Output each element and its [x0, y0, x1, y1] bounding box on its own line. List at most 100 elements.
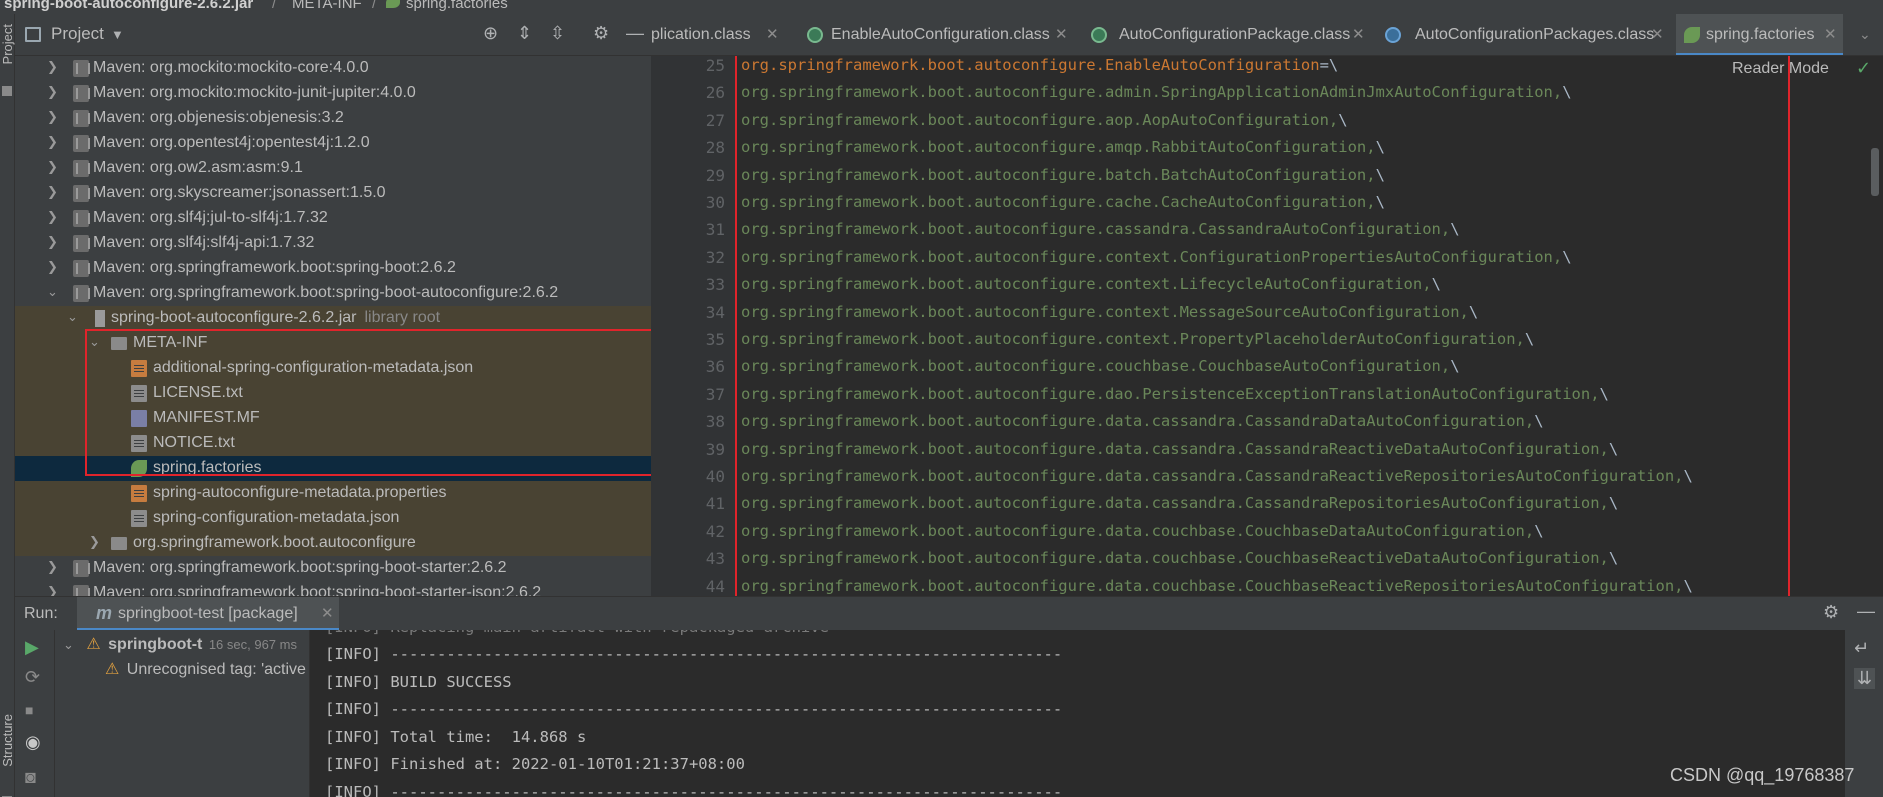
console-output[interactable]: [INFO] Replacing main artifact with repa… [310, 630, 1845, 797]
tree-item[interactable]: ⌄ META-INF [15, 331, 651, 356]
tab-auto-configuration-package[interactable]: AutoConfigurationPackage.class ✕ [1077, 14, 1374, 55]
chevron-right-icon[interactable]: ❯ [47, 134, 58, 150]
tree-item-label: Maven: org.springframework.boot:spring-b… [93, 259, 456, 276]
line-number: 42 [705, 521, 725, 541]
structure-tool-button[interactable]: Structure [0, 714, 15, 767]
tree-item[interactable]: MANIFEST.MF [15, 406, 651, 431]
line-number: 31 [705, 220, 725, 240]
close-icon[interactable]: ✕ [321, 604, 334, 622]
chevron-down-icon[interactable]: ⌄ [67, 309, 78, 325]
minimize-icon[interactable]: — [626, 23, 644, 44]
tree-item-label: Maven: org.springframework.boot:spring-b… [93, 559, 507, 576]
target-icon[interactable]: ⊕ [483, 23, 498, 44]
chevron-right-icon[interactable]: ❯ [47, 234, 58, 250]
tree-item[interactable]: ❯ Maven: org.springframework.boot:spring-… [15, 581, 651, 596]
tree-item[interactable]: LICENSE.txt [15, 381, 651, 406]
line-continuation: \ [1468, 302, 1479, 321]
tree-item[interactable]: additional-spring-configuration-metadata… [15, 356, 651, 381]
chevron-right-icon[interactable]: ❯ [47, 59, 58, 75]
tab-enable-auto-configuration[interactable]: EnableAutoConfiguration.class ✕ [793, 14, 1076, 55]
property-value: org.springframework.boot.autoconfigure.c… [741, 275, 1432, 294]
code-line: org.springframework.boot.autoconfigure.a… [741, 83, 1572, 101]
toggle-tree-icon[interactable]: ⟳ [25, 667, 40, 688]
reader-mode-toggle[interactable]: Reader Mode [1732, 60, 1829, 78]
close-icon[interactable]: ✕ [1055, 25, 1068, 43]
library-icon [73, 110, 90, 127]
close-icon[interactable]: ✕ [1824, 25, 1837, 43]
collapse-all-icon[interactable]: ⇳ [550, 23, 565, 44]
tab-auto-configuration-packages[interactable]: AutoConfigurationPackages.class ✕ [1375, 14, 1675, 55]
camera-icon[interactable]: ◙ [25, 767, 36, 788]
gear-icon[interactable]: ⚙ [1823, 602, 1839, 623]
code-line: org.springframework.boot.autoconfigure.a… [741, 138, 1385, 156]
chevron-down-icon[interactable]: ▼ [111, 27, 124, 42]
chevron-right-icon[interactable]: ❯ [47, 209, 58, 225]
tree-item[interactable]: ❯ Maven: org.ow2.asm:asm:9.1 [15, 156, 651, 181]
chevron-right-icon[interactable]: ❯ [47, 84, 58, 100]
tab-spring-factories[interactable]: spring.factories ✕ [1676, 14, 1843, 55]
tree-item[interactable]: ❯ Maven: org.springframework.boot:spring-… [15, 556, 651, 581]
property-value: org.springframework.boot.autoconfigure.c… [741, 220, 1451, 239]
property-value: org.springframework.boot.autoconfigure.c… [741, 330, 1525, 348]
expand-all-icon[interactable]: ⇕ [517, 23, 532, 44]
tree-item[interactable]: spring.factories [15, 456, 651, 481]
tree-item[interactable]: NOTICE.txt [15, 431, 651, 456]
project-panel-title[interactable]: Project [51, 24, 104, 44]
tree-item[interactable]: ⌄ spring-boot-autoconfigure-2.6.2.jar libr… [15, 306, 651, 331]
tree-item[interactable]: ❯ Maven: org.springframework.boot:spring-… [15, 256, 651, 281]
project-panel: Project ▼ ⊕ ⇕ ⇳ ⚙ — ❯ Maven: org.mockito:… [15, 14, 653, 596]
tab-list-chevron-icon[interactable]: ⌄ [1859, 26, 1871, 43]
chevron-down-icon[interactable]: ⌄ [89, 334, 100, 350]
tab-application-class[interactable]: plication.class ✕ [651, 14, 792, 55]
chevron-right-icon[interactable]: ❯ [89, 534, 100, 550]
soft-wrap-icon[interactable]: ↵ [1854, 638, 1869, 659]
line-number: 44 [705, 576, 725, 596]
code-line: org.springframework.boot.autoconfigure.d… [741, 385, 1609, 403]
breadcrumb-file[interactable]: spring.factories [406, 0, 508, 12]
tree-item[interactable]: ❯ Maven: org.slf4j:jul-to-slf4j:1.7.32 [15, 206, 651, 231]
tree-item[interactable]: ❯ org.springframework.boot.autoconfigure [15, 531, 651, 556]
close-icon[interactable]: ✕ [1352, 25, 1365, 43]
editor-scrollbar[interactable] [1871, 148, 1879, 196]
chevron-down-icon[interactable]: ⌄ [63, 637, 74, 652]
chevron-right-icon[interactable]: ❯ [47, 109, 58, 125]
breadcrumb-jar[interactable]: spring-boot-autoconfigure-2.6.2.jar [4, 0, 253, 12]
folder-icon [111, 337, 127, 350]
breadcrumb-folder[interactable]: META-INF [292, 0, 362, 12]
tree-item-label: additional-spring-configuration-metadata… [153, 359, 474, 376]
eye-icon[interactable]: ◉ [25, 732, 41, 753]
stop-icon[interactable]: ■ [25, 702, 33, 718]
gear-icon[interactable]: ⚙ [593, 23, 609, 44]
tree-item[interactable]: spring-autoconfigure-metadata.properties [15, 481, 651, 506]
run-tree-root[interactable]: ⌄ ⚠ springboot-t 16 sec, 967 ms [63, 634, 297, 654]
property-value: org.springframework.boot.autoconfigure.a… [741, 83, 1563, 102]
chevron-right-icon[interactable]: ❯ [47, 184, 58, 200]
code-editor[interactable]: 25 26 27 28 29 30 31 32 33 34 35 36 37 38 39 40 41 42 43 44… [651, 56, 1883, 596]
chevron-right-icon[interactable]: ❯ [47, 259, 58, 275]
tree-item[interactable]: ❯ Maven: org.opentest4j:opentest4j:1.2.0 [15, 131, 651, 156]
tree-item[interactable]: ❯ Maven: org.mockito:mockito-core:4.0.0 [15, 56, 651, 81]
run-tab[interactable]: m springboot-test [package] ✕ [77, 597, 339, 631]
rerun-icon[interactable]: ▶ [25, 637, 39, 658]
chevron-down-icon[interactable]: ⌄ [47, 284, 58, 300]
library-icon [73, 285, 90, 302]
chevron-right-icon[interactable]: ❯ [47, 559, 58, 575]
chevron-right-icon[interactable]: ❯ [47, 159, 58, 175]
project-tool-button[interactable]: Project [0, 24, 15, 64]
navigation-breadcrumb: spring-boot-autoconfigure-2.6.2.jar / ME… [0, 0, 1883, 14]
close-icon[interactable]: ✕ [1651, 25, 1664, 43]
minimize-icon[interactable]: — [1857, 601, 1875, 622]
property-value: org.springframework.boot.autoconfigure.c… [741, 193, 1376, 211]
class-icon [1385, 27, 1401, 43]
scroll-to-end-icon[interactable]: ⇊ [1854, 668, 1876, 689]
tree-item[interactable]: spring-configuration-metadata.json [15, 506, 651, 531]
chevron-right-icon[interactable]: ❯ [47, 584, 58, 596]
close-icon[interactable]: ✕ [766, 25, 779, 43]
tree-item[interactable]: ❯ Maven: org.skyscreamer:jsonassert:1.5.0 [15, 181, 651, 206]
tree-item[interactable]: ⌄ Maven: org.springframework.boot:spring-… [15, 281, 651, 306]
run-tree-warning[interactable]: ⚠ Unrecognised tag: 'active [105, 659, 306, 679]
library-icon [73, 235, 90, 252]
tree-item[interactable]: ❯ Maven: org.objenesis:objenesis:3.2 [15, 106, 651, 131]
tree-item[interactable]: ❯ Maven: org.slf4j:slf4j-api:1.7.32 [15, 231, 651, 256]
tree-item[interactable]: ❯ Maven: org.mockito:mockito-junit-jupite… [15, 81, 651, 106]
